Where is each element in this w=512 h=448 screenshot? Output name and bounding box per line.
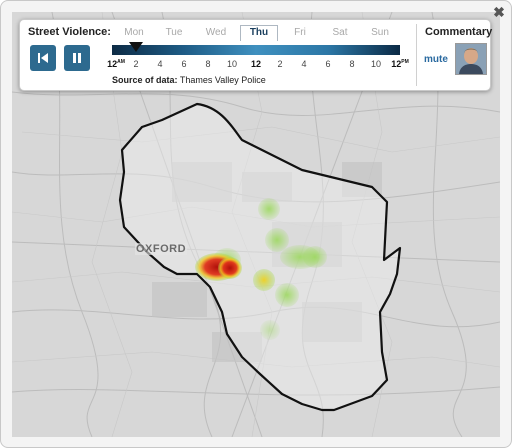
hour-label: 10 xyxy=(370,59,381,69)
hour-label: 4 xyxy=(157,59,163,69)
panel-divider xyxy=(416,24,417,86)
hour-label: 12 xyxy=(250,59,261,69)
mute-button[interactable]: mute xyxy=(424,54,448,65)
hour-scale: 12AM 2 4 6 8 10 12 2 4 6 8 10 12PM xyxy=(20,59,490,71)
time-slider-track[interactable] xyxy=(112,45,400,55)
hotspot xyxy=(303,246,327,268)
hotspot xyxy=(275,283,299,307)
close-icon[interactable]: ✖ xyxy=(491,4,507,20)
hour-label: 10 xyxy=(226,59,237,69)
source-label: Source of data: xyxy=(112,75,178,85)
day-tab-fri[interactable]: Fri xyxy=(282,27,318,38)
hour-label: 8 xyxy=(205,59,211,69)
hotspot xyxy=(258,198,280,220)
map-place-label: OXFORD xyxy=(135,243,188,255)
hotspot xyxy=(265,228,289,252)
hour-label: 6 xyxy=(181,59,187,69)
hour-label: 2 xyxy=(133,59,139,69)
panel-title: Street Violence: xyxy=(28,26,111,38)
controls-panel: Street Violence: Mon Tue Wed Thu Fri Sat… xyxy=(19,19,493,91)
day-tab-sun[interactable]: Sun xyxy=(362,27,398,38)
hotspot-major xyxy=(218,257,242,279)
data-source: Source of data: Thames Valley Police xyxy=(112,75,266,85)
hour-label: 4 xyxy=(301,59,307,69)
day-selector: Mon Tue Wed Thu Fri Sat Sun xyxy=(110,25,400,41)
hour-label: 6 xyxy=(325,59,331,69)
day-tab-sat[interactable]: Sat xyxy=(322,27,358,38)
day-tab-wed[interactable]: Wed xyxy=(198,27,234,38)
day-tab-tue[interactable]: Tue xyxy=(156,27,192,38)
source-value: Thames Valley Police xyxy=(179,75,266,85)
hour-label: 2 xyxy=(277,59,283,69)
hotspot xyxy=(253,269,275,291)
day-tab-thu[interactable]: Thu xyxy=(240,25,278,41)
commentary-title: Commentary xyxy=(425,26,493,38)
time-slider-thumb[interactable] xyxy=(129,42,143,52)
day-tab-mon[interactable]: Mon xyxy=(116,27,152,38)
hour-label: 12PM xyxy=(391,59,409,69)
commentator-avatar[interactable] xyxy=(455,43,487,75)
map-widget: OXFORD ✖ Street Violence: Mon Tue Wed Th… xyxy=(0,0,512,448)
hour-label: 8 xyxy=(349,59,355,69)
hour-label: 12AM xyxy=(107,59,125,69)
hotspot xyxy=(260,320,280,340)
